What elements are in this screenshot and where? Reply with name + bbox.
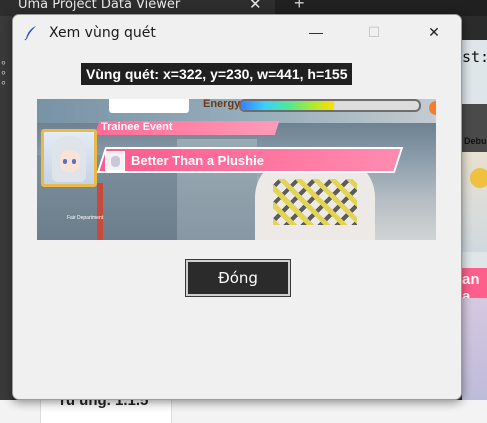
tab-close-icon[interactable]: ✕ xyxy=(249,0,262,13)
maximize-button[interactable]: ☐ xyxy=(351,15,397,49)
close-icon: ✕ xyxy=(428,23,440,40)
maximize-icon: ☐ xyxy=(367,23,381,40)
background-left-icons: ∘ ∘ ∘ xyxy=(0,57,7,89)
background-bottom-strip: ru ung. 1.1.5 xyxy=(0,392,487,423)
background-right-text: st:3 xyxy=(462,48,487,66)
preview-energy-bar xyxy=(239,99,421,112)
preview-event-type: Trainee Event xyxy=(101,121,173,133)
background-button-icon xyxy=(470,168,487,188)
preview-energy-label: Energy xyxy=(203,99,241,110)
background-game-window-edge: st:3 Debu an a xyxy=(462,40,487,423)
dialog-titlebar[interactable]: Xem vùng quét — ☐ ✕ xyxy=(13,15,461,51)
preview-energy-fill xyxy=(241,101,334,110)
feather-icon xyxy=(24,26,36,41)
background-debug-label: Debu xyxy=(464,136,487,146)
minimize-icon: — xyxy=(309,24,323,40)
preview-sign-text: Fair Department xyxy=(67,215,104,221)
new-tab-icon[interactable]: + xyxy=(294,0,305,14)
minimize-button[interactable]: — xyxy=(293,15,339,49)
scan-region-dialog: Xem vùng quét — ☐ ✕ Vùng quét: x=322, y=… xyxy=(12,14,462,400)
scan-region-preview-image: Fair Department Energy Trainee Event Bet… xyxy=(37,99,436,240)
background-left-edge: ∘ ∘ ∘ xyxy=(0,16,12,423)
scan-region-label: Vùng quét: x=322, y=230, w=441, h=155 xyxy=(81,63,353,85)
background-tab-title: Uma Project Data Viewer xyxy=(18,0,181,12)
preview-event-icon xyxy=(105,151,125,171)
close-dialog-button[interactable]: Đóng xyxy=(185,259,291,297)
dialog-title: Xem vùng quét xyxy=(49,25,156,41)
preview-trainee-avatar xyxy=(41,129,97,187)
preview-event-name: Better Than a Plushie xyxy=(131,153,264,168)
background-pink-banner: an a xyxy=(462,268,487,305)
window-close-button[interactable]: ✕ xyxy=(411,15,457,49)
